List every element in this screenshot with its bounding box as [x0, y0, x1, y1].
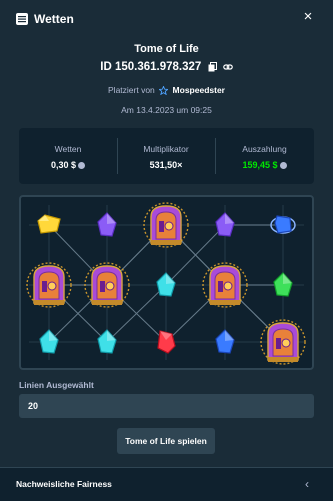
stat-multiplier-label: Multiplikator [143, 144, 189, 154]
placed-by-label: Platziert von [108, 85, 155, 95]
lines-selected-input[interactable]: 20 [19, 394, 314, 418]
modal-title: Wetten [34, 12, 74, 26]
stat-bet-label: Wetten [54, 144, 82, 154]
gem-blue-icon [215, 329, 235, 354]
bet-id-row: ID 150.361.978.327 [0, 61, 333, 73]
lines-selected-label: Linien Ausgewählt [19, 380, 94, 390]
slot-board [19, 195, 314, 370]
gem-green-icon [273, 272, 293, 297]
bet-id: ID 150.361.978.327 [100, 61, 202, 73]
coin-icon [78, 162, 86, 170]
stat-bet-value-row: 0,30 $ [19, 160, 117, 170]
stat-bet-value: 0,30 $ [50, 160, 77, 170]
copy-icon[interactable] [208, 61, 217, 72]
tome-of-life-book-icon [260, 319, 306, 365]
modal-header: Wetten × [0, 0, 333, 38]
username-link[interactable]: Mospeedster [173, 85, 225, 95]
gem-cyan-icon [97, 329, 117, 354]
gem-red-icon [157, 330, 176, 354]
slot-grid [26, 202, 306, 365]
close-icon[interactable]: × [300, 9, 316, 25]
vip-star-icon [158, 85, 169, 96]
bet-stats-panel: Wetten 0,30 $ Multiplikator 531,50× Ausz… [19, 128, 314, 184]
coin-icon [279, 162, 287, 170]
gem-cyan-icon [156, 272, 176, 297]
stat-payout-label: Auszahlung [242, 144, 287, 154]
game-name[interactable]: Tome of Life [0, 43, 333, 55]
tome-of-life-book-icon [84, 262, 130, 308]
gem-cyan-icon [39, 329, 59, 354]
tome-of-life-book-icon [202, 262, 248, 308]
fairness-title: Nachweisliche Fairness [16, 479, 112, 489]
stat-bet: Wetten 0,30 $ [19, 128, 117, 184]
placed-by-row: Platziert von Mospeedster [0, 85, 333, 96]
stat-payout-value-row: 159,45 $ [215, 160, 314, 170]
stat-multiplier-value: 531,50× [149, 160, 183, 170]
chevron-left-icon[interactable]: ‹ [305, 477, 309, 491]
stat-multiplier: Multiplikator 531,50× [117, 128, 215, 184]
play-game-button[interactable]: Tome of Life spielen [117, 428, 215, 454]
stat-payout-value: 159,45 $ [242, 160, 278, 170]
gem-yellow-icon [37, 214, 61, 234]
tome-of-life-book-icon [143, 202, 189, 248]
bet-date: Am 13.4.2023 um 09:25 [121, 105, 212, 115]
gem-purple-icon [97, 212, 117, 237]
bets-icon [16, 13, 28, 25]
link-icon[interactable] [222, 62, 233, 72]
stat-payout: Auszahlung 159,45 $ [215, 128, 314, 184]
tome-of-life-book-icon [26, 262, 72, 308]
fairness-footer[interactable]: Nachweisliche Fairness ‹ [0, 467, 333, 501]
gem-purple-icon [215, 212, 235, 237]
